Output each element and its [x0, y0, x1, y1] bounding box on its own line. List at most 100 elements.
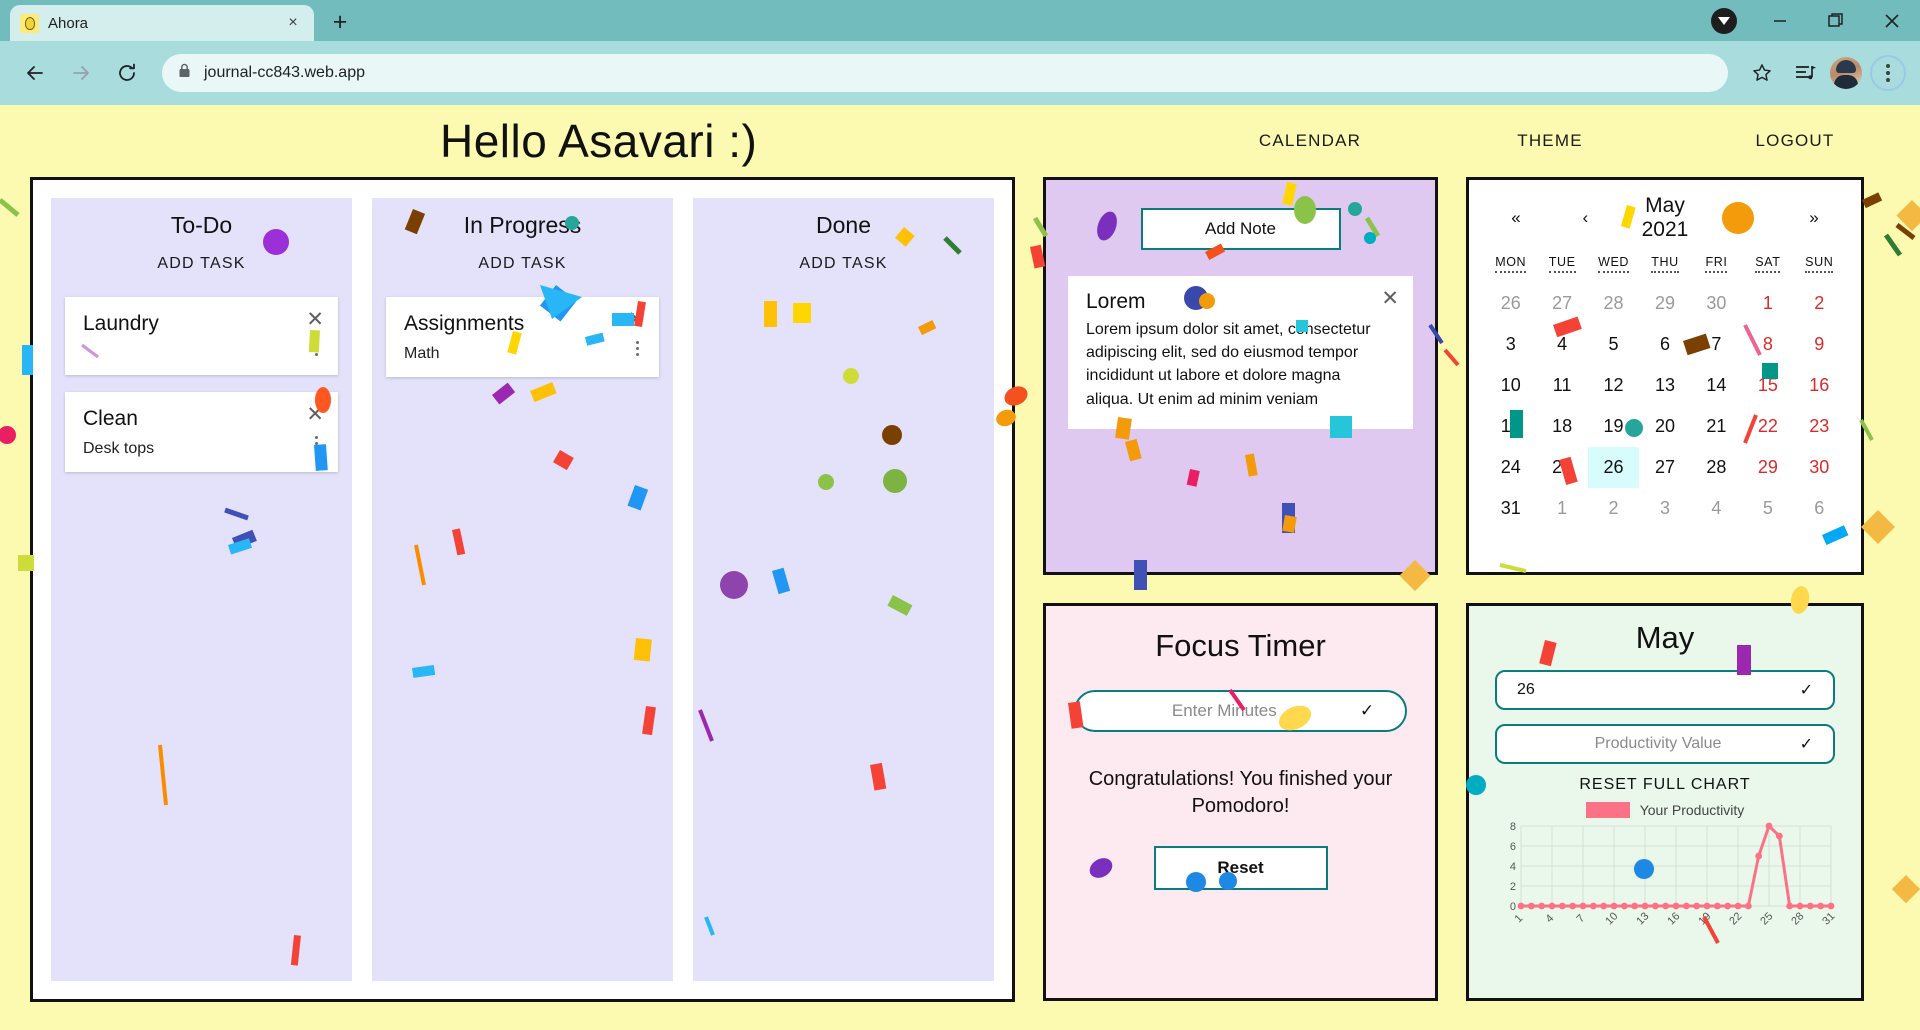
calendar-day[interactable]: 10: [1485, 365, 1536, 406]
close-icon[interactable]: [1864, 0, 1920, 41]
calendar-day[interactable]: 26: [1587, 447, 1640, 489]
calendar-day[interactable]: 2: [1794, 283, 1845, 324]
calendar-day[interactable]: 6: [1794, 488, 1845, 529]
calendar-day[interactable]: 16: [1794, 365, 1845, 406]
calendar-day[interactable]: 9: [1794, 324, 1845, 365]
calendar-day[interactable]: 25: [1536, 447, 1587, 488]
calendar-day[interactable]: 28: [1691, 447, 1742, 488]
calendar-day[interactable]: 4: [1536, 324, 1587, 365]
task-card[interactable]: Assignments Math ✕: [386, 297, 659, 378]
kebab-menu-icon[interactable]: [636, 341, 639, 356]
calendar-day[interactable]: 22: [1742, 406, 1793, 447]
reset-full-chart-button[interactable]: RESET FULL CHART: [1495, 776, 1835, 794]
check-icon[interactable]: ✓: [1355, 701, 1379, 721]
svg-text:31: 31: [1820, 910, 1837, 927]
svg-text:25: 25: [1758, 910, 1775, 927]
calendar-day[interactable]: 20: [1639, 406, 1690, 447]
nav-link-logout[interactable]: LOGOUT: [1670, 131, 1920, 151]
svg-text:0: 0: [1510, 901, 1516, 913]
new-tab-button[interactable]: +: [323, 5, 357, 39]
calendar-day[interactable]: 27: [1639, 447, 1690, 488]
svg-text:1: 1: [1512, 912, 1525, 925]
calendar-day[interactable]: 3: [1639, 488, 1690, 529]
profile-avatar[interactable]: [1830, 57, 1862, 89]
forward-icon[interactable]: [60, 52, 102, 94]
browser-tab[interactable]: Ahora ×: [10, 5, 314, 41]
minimize-icon[interactable]: [1752, 0, 1808, 41]
download-icon[interactable]: [1696, 0, 1752, 41]
calendar-day[interactable]: 1: [1742, 283, 1793, 324]
note-close-icon[interactable]: ✕: [1381, 288, 1399, 309]
calendar-day[interactable]: 19: [1588, 406, 1639, 447]
add-task-button[interactable]: ADD TASK: [386, 255, 659, 273]
address-bar[interactable]: journal-cc843.web.app: [162, 54, 1728, 92]
prev-year-icon[interactable]: «: [1503, 208, 1529, 228]
calendar-day[interactable]: 2: [1588, 488, 1639, 529]
browser-tab-strip: Ahora × +: [0, 0, 1920, 41]
calendar-day[interactable]: 26: [1485, 283, 1536, 324]
bookmark-star-icon[interactable]: [1742, 53, 1782, 93]
calendar-day[interactable]: 15: [1742, 365, 1793, 406]
calendar-day[interactable]: 18: [1536, 406, 1587, 447]
calendar-panel: « ‹ May 2021 › » MON TUE WED THU FRI SAT…: [1466, 177, 1864, 575]
calendar-day[interactable]: 27: [1536, 283, 1587, 324]
calendar-day[interactable]: 7: [1691, 324, 1742, 365]
calendar-day[interactable]: 5: [1742, 488, 1793, 529]
calendar-day[interactable]: 24: [1485, 447, 1536, 488]
calendar-day[interactable]: 30: [1794, 447, 1845, 488]
task-close-icon[interactable]: ✕: [306, 404, 324, 425]
minutes-input[interactable]: Enter Minutes . . . ✓: [1074, 690, 1407, 732]
chart-svg: 0 2 4 6 8 1 4 7 10 13 16 19 22 25 28 31: [1510, 821, 1838, 927]
calendar-day[interactable]: 23: [1794, 406, 1845, 447]
kebab-menu-icon[interactable]: [315, 436, 318, 451]
media-list-icon[interactable]: [1786, 53, 1826, 93]
calendar-day[interactable]: 1: [1536, 488, 1587, 529]
back-icon[interactable]: [14, 52, 56, 94]
add-task-button[interactable]: ADD TASK: [65, 255, 338, 273]
kebab-menu-icon[interactable]: [315, 341, 318, 356]
calendar-day[interactable]: 4: [1691, 488, 1742, 529]
nav-link-theme[interactable]: THEME: [1430, 131, 1670, 151]
check-icon[interactable]: ✓: [1791, 734, 1813, 754]
calendar-day[interactable]: 13: [1639, 365, 1690, 406]
calendar-day[interactable]: 8: [1742, 324, 1793, 365]
calendar-day[interactable]: 29: [1639, 283, 1690, 324]
calendar-day[interactable]: 3: [1485, 324, 1536, 365]
reset-timer-button[interactable]: Reset: [1153, 846, 1328, 890]
three-dot-menu-icon[interactable]: [1870, 55, 1906, 91]
calendar-day[interactable]: 12: [1588, 365, 1639, 406]
task-close-icon[interactable]: ✕: [306, 309, 324, 330]
note-title: Lorem: [1086, 290, 1146, 313]
calendar-day[interactable]: 14: [1691, 365, 1742, 406]
next-month-icon[interactable]: ›: [1732, 208, 1758, 228]
calendar-day[interactable]: 28: [1588, 283, 1639, 324]
calendar-day[interactable]: 21: [1691, 406, 1742, 447]
calendar-day[interactable]: 17: [1485, 406, 1536, 447]
tab-close-icon[interactable]: ×: [282, 12, 304, 34]
calendar-day[interactable]: 5: [1588, 324, 1639, 365]
nav-link-calendar[interactable]: CALENDAR: [1190, 131, 1430, 151]
calendar-day[interactable]: 6: [1639, 324, 1690, 365]
check-icon[interactable]: ✓: [1791, 680, 1813, 700]
prev-month-icon[interactable]: ‹: [1572, 208, 1598, 228]
minutes-input-placeholder: Enter Minutes . . .: [1171, 701, 1306, 720]
task-card[interactable]: Clean Desk tops ✕: [65, 392, 338, 473]
note-body: Lorem ipsum dolor sit amet, consectetur …: [1086, 321, 1371, 408]
reload-icon[interactable]: [106, 52, 148, 94]
right-column: Add Note Lorem Lorem ipsum dolor sit ame…: [1043, 177, 1864, 1001]
productivity-panel: May 26 ✓ Productivity Value ✓ RESET FULL…: [1466, 603, 1864, 1001]
add-task-button[interactable]: ADD TASK: [707, 255, 980, 273]
day-input[interactable]: 26 ✓: [1495, 670, 1835, 710]
task-close-icon[interactable]: ✕: [627, 309, 645, 330]
calendar-day[interactable]: 30: [1691, 283, 1742, 324]
maximize-icon[interactable]: [1808, 0, 1864, 41]
productivity-value-input[interactable]: Productivity Value ✓: [1495, 724, 1835, 764]
next-year-icon[interactable]: »: [1801, 208, 1827, 228]
calendar-day[interactable]: 31: [1485, 488, 1536, 529]
add-note-button[interactable]: Add Note: [1140, 208, 1341, 250]
calendar-day[interactable]: 11: [1536, 365, 1587, 406]
task-card[interactable]: Laundry ✕: [65, 297, 338, 375]
note-card[interactable]: Lorem Lorem ipsum dolor sit amet, consec…: [1068, 276, 1413, 429]
task-description: Math: [404, 345, 440, 363]
calendar-day[interactable]: 29: [1742, 447, 1793, 488]
